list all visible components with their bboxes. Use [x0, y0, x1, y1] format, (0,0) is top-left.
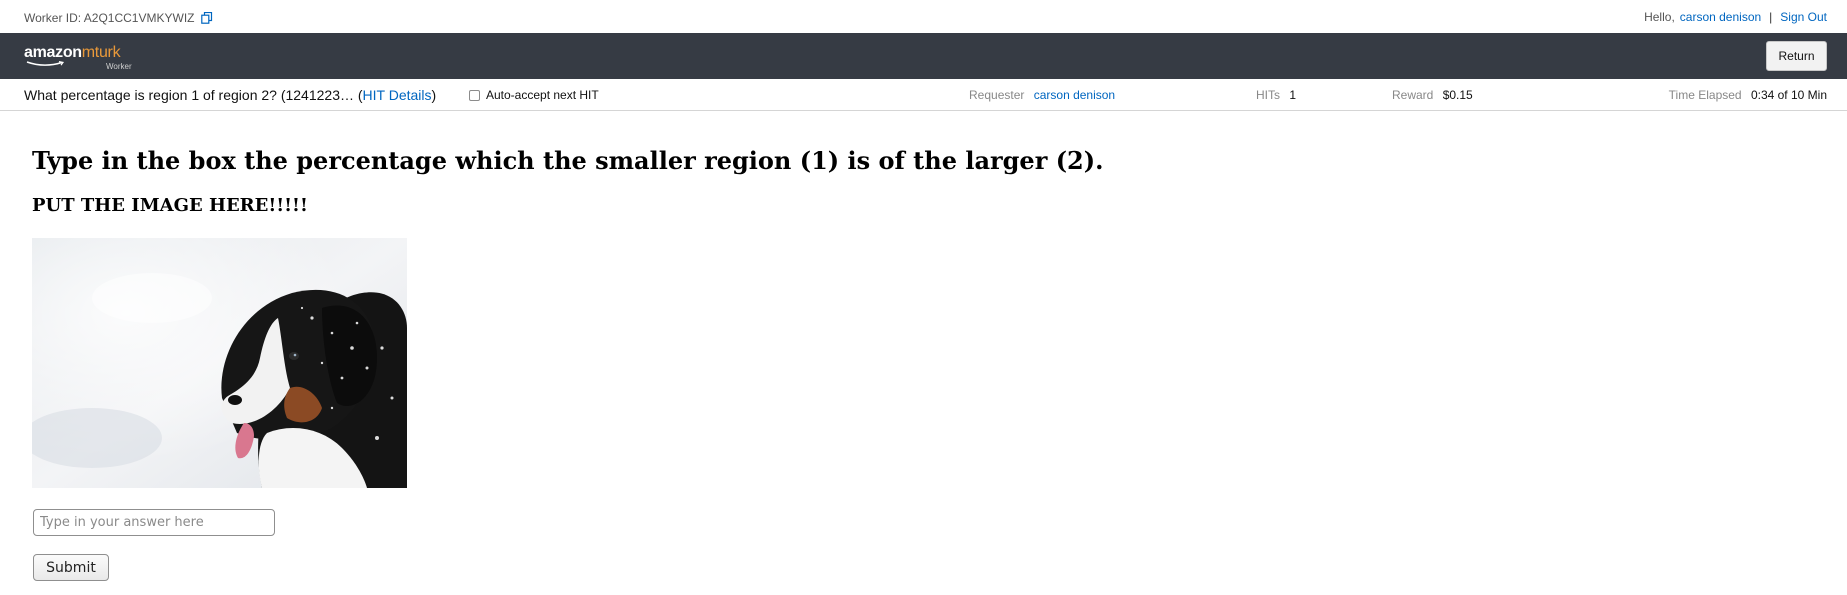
requester-info: Requester carson denison	[969, 88, 1115, 102]
amazon-smile-icon	[26, 61, 65, 66]
greeting-text: Hello,	[1644, 10, 1675, 24]
task-heading: Type in the box the percentage which the…	[32, 146, 1104, 175]
task-subheading: PUT THE IMAGE HERE!!!!!	[32, 195, 308, 216]
reward-label: Reward	[1392, 88, 1434, 102]
time-elapsed-info: Time Elapsed 0:34 of 10 Min	[1669, 88, 1827, 102]
auto-accept-checkbox[interactable]	[469, 89, 480, 101]
hit-title-text: What percentage is region 1 of region 2?…	[24, 87, 363, 103]
requester-label: Requester	[969, 88, 1025, 102]
separator: |	[1769, 10, 1773, 24]
logo-mturk-text: mturk	[81, 44, 121, 61]
hit-title: What percentage is region 1 of region 2?…	[24, 87, 436, 103]
hits-value: 1	[1289, 88, 1297, 102]
answer-input[interactable]	[33, 509, 275, 536]
user-box: Hello, carson denison | Sign Out	[1644, 10, 1827, 24]
time-elapsed-value: 0:34 of 10 Min	[1750, 88, 1827, 102]
logo-amazon-text: amazon	[24, 44, 82, 61]
copy-icon[interactable]	[201, 11, 213, 24]
auto-accept-option[interactable]: Auto-accept next HIT	[469, 88, 599, 102]
mturk-logo[interactable]: amazonmturk Worker	[24, 42, 144, 71]
logo-worker-text: Worker	[106, 62, 132, 71]
hit-info-bar: What percentage is region 1 of region 2?…	[0, 79, 1847, 111]
nav-bar: amazonmturk Worker Return	[0, 33, 1847, 79]
hits-label: HITs	[1256, 88, 1280, 102]
hits-info: HITs 1	[1256, 88, 1296, 102]
worker-id-label: Worker ID: A2Q1CC1VMKYWIZ	[24, 11, 195, 25]
reward-value: $0.15	[1442, 88, 1473, 102]
username-link[interactable]: carson denison	[1680, 10, 1761, 24]
requester-link[interactable]: carson denison	[1034, 88, 1115, 102]
auto-accept-label: Auto-accept next HIT	[486, 88, 599, 102]
worker-id: Worker ID: A2Q1CC1VMKYWIZ	[24, 11, 213, 25]
hit-details-link[interactable]: HIT Details	[363, 87, 432, 103]
submit-button[interactable]: Submit	[33, 554, 109, 581]
puppy-photo	[32, 238, 407, 488]
time-elapsed-label: Time Elapsed	[1668, 88, 1742, 102]
return-button[interactable]: Return	[1766, 41, 1827, 71]
sign-out-link[interactable]: Sign Out	[1780, 10, 1827, 24]
top-utility-bar: Worker ID: A2Q1CC1VMKYWIZ Hello, carson …	[0, 0, 1847, 33]
hit-title-close: )	[431, 87, 437, 103]
reward-info: Reward $0.15	[1392, 88, 1473, 102]
